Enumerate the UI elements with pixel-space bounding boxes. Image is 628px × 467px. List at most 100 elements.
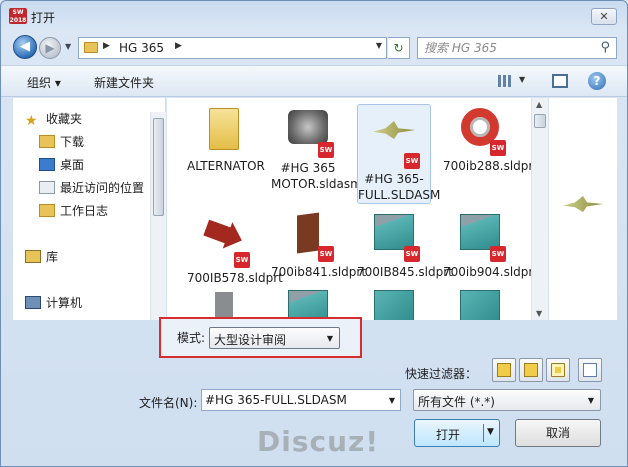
scroll-up-icon[interactable]: ▲ (536, 100, 542, 109)
filename-combo[interactable]: ▼ (201, 389, 401, 411)
file-list-scrollbar[interactable]: ▲ ▼ (531, 98, 548, 320)
file-name: ALTERNATOR (187, 159, 265, 173)
cancel-button[interactable]: 取消 (515, 419, 601, 447)
file-item[interactable]: SW 700ib904.sldprt (443, 210, 531, 280)
filter-top-level-button[interactable] (578, 358, 602, 382)
file-item[interactable]: SW (187, 286, 261, 320)
file-item[interactable]: SW 700ib841.sldprt (271, 210, 366, 280)
part-thumbnail-icon (215, 292, 233, 320)
part-thumbnail-icon (201, 214, 246, 253)
folder-icon (39, 204, 55, 217)
open-button-label: 打开 (435, 428, 460, 442)
file-item[interactable]: SW #HG 365 MOTOR.sldasm (271, 104, 362, 192)
part-thumbnail-icon (460, 290, 500, 320)
breadcrumb-chevron-icon[interactable]: ▶ (103, 41, 110, 51)
recent-locations-dropdown[interactable]: ▼ (65, 42, 71, 51)
breadcrumb-chevron-icon[interactable]: ▶ (175, 41, 182, 51)
part-thumbnail-icon (288, 290, 328, 320)
quick-filter-label: 快速过滤器： (405, 367, 478, 381)
assembly-filter-icon (524, 363, 538, 377)
view-options-dropdown[interactable]: ▼ (519, 75, 525, 84)
nav-item-libraries[interactable]: 库 (25, 248, 58, 266)
file-list-scroll-thumb[interactable] (534, 114, 546, 128)
close-icon: ✕ (599, 10, 609, 23)
file-item[interactable]: SW 700ib288.sldprt (443, 104, 531, 174)
filter-drawings-button[interactable] (546, 358, 570, 382)
solidworks-badge-icon: SW (318, 142, 334, 158)
navigation-pane: ★ 收藏夹 下载 桌面 最近访问的位置 工作日志 库 计算机 (13, 98, 166, 320)
search-box[interactable]: ⚲ (417, 37, 617, 59)
filename-input[interactable] (205, 392, 381, 408)
chevron-down-icon: ▼ (587, 396, 594, 405)
chevron-down-icon[interactable]: ▼ (389, 396, 395, 405)
address-bar[interactable]: ▶ HG 365 ▶ ▼ (78, 37, 387, 59)
desktop-icon (39, 158, 55, 171)
nav-item-favorites[interactable]: ★ 收藏夹 (25, 110, 83, 129)
refresh-icon: ↻ (393, 41, 404, 55)
folder-icon (209, 108, 239, 150)
file-item[interactable] (271, 286, 345, 320)
address-dropdown-icon[interactable]: ▼ (376, 41, 382, 50)
library-icon (25, 250, 41, 263)
split-divider (483, 424, 484, 442)
file-item[interactable]: SW 700IB578.sldprt (187, 210, 283, 286)
nav-item-computer[interactable]: 计算机 (25, 294, 82, 312)
nav-item-recent-places[interactable]: 最近访问的位置 (39, 179, 144, 197)
open-options-dropdown-icon[interactable]: ▼ (487, 427, 494, 437)
filter-assemblies-button[interactable] (519, 358, 543, 382)
nav-item-label: 收藏夹 (46, 112, 83, 126)
file-item[interactable]: ALTERNATOR (187, 104, 265, 174)
mode-select[interactable]: 大型设计审阅 ▼ (209, 327, 340, 349)
nav-pane-scroll-thumb[interactable] (153, 118, 164, 216)
solidworks-badge-icon: SW (490, 140, 506, 156)
preview-pane-toggle-icon[interactable] (552, 74, 568, 88)
file-name: 700ib288.sldprt (443, 159, 531, 173)
close-button[interactable]: ✕ (591, 8, 617, 25)
file-name: 700IB845.sldprt (357, 265, 453, 279)
open-button[interactable]: 打开 ▼ (414, 419, 500, 447)
search-input[interactable] (424, 40, 594, 56)
file-item[interactable]: SW 700IB845.sldprt (357, 210, 453, 280)
nav-item-downloads[interactable]: 下载 (39, 133, 84, 151)
nav-item-label: 工作日志 (60, 204, 109, 218)
part-thumbnail-icon (374, 214, 414, 250)
file-item[interactable] (443, 286, 517, 320)
drawing-filter-icon (551, 363, 565, 377)
recent-places-icon (39, 181, 55, 194)
back-arrow-icon: ◀ (20, 39, 30, 54)
file-name: #HG 365 MOTOR.sldasm (271, 161, 362, 191)
filter-parts-button[interactable] (492, 358, 516, 382)
file-list: ALTERNATOR SW #HG 365 MOTOR.sldasm SW #H… (167, 98, 531, 320)
solidworks-badge-icon: SW (318, 246, 334, 262)
forward-button[interactable]: ▶ (39, 37, 61, 59)
part-thumbnail-icon (460, 214, 500, 250)
chevron-down-icon: ▼ (326, 334, 333, 343)
new-folder-button[interactable]: 新建文件夹 (94, 74, 154, 91)
solidworks-badge-icon: SW (404, 153, 420, 169)
watermark: Discuz! (257, 425, 380, 458)
breadcrumb-current[interactable]: HG 365 (119, 41, 164, 55)
refresh-button[interactable]: ↻ (388, 37, 410, 59)
file-item[interactable] (357, 286, 431, 320)
scroll-down-icon[interactable]: ▼ (536, 309, 542, 318)
search-icon[interactable]: ⚲ (600, 40, 610, 55)
file-type-select[interactable]: 所有文件 (*.*) ▼ (413, 389, 601, 411)
part-thumbnail-icon (374, 290, 414, 320)
download-folder-icon (39, 135, 55, 148)
folder-icon (84, 42, 98, 53)
help-icon[interactable]: ? (588, 72, 606, 90)
file-name: 700ib904.sldprt (443, 265, 531, 279)
top-level-filter-icon (583, 363, 597, 377)
file-type-value: 所有文件 (*.*) (418, 395, 495, 409)
solidworks-app-icon: SW 2018 (9, 8, 27, 24)
organize-menu-button[interactable]: 组织 ▾ (27, 74, 61, 91)
aircraft-thumbnail-icon (373, 121, 415, 139)
file-name: 700IB578.sldprt (187, 271, 283, 285)
nav-item-desktop[interactable]: 桌面 (39, 156, 84, 174)
back-button[interactable]: ◀ (13, 35, 37, 59)
nav-item-work-log[interactable]: 工作日志 (39, 202, 108, 220)
nav-pane-scrollbar[interactable] (150, 112, 166, 320)
assembly-thumbnail-icon (288, 110, 328, 144)
change-view-icon[interactable] (498, 75, 512, 87)
file-item-selected[interactable]: SW #HG 365-FULL.SLDASM (357, 104, 440, 204)
